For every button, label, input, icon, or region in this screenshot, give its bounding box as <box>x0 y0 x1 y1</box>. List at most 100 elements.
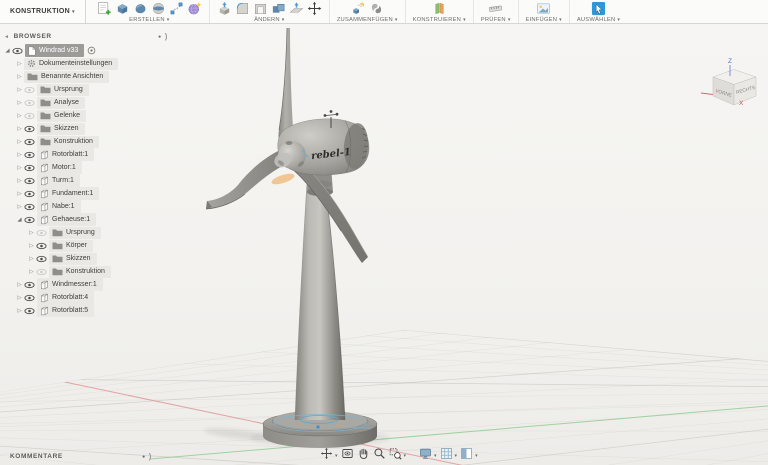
visibility-eye-icon[interactable] <box>24 216 37 224</box>
grid-display-button[interactable] <box>440 444 458 462</box>
visibility-eye-icon[interactable] <box>24 203 37 211</box>
expand-arrow-icon[interactable]: ▷ <box>27 230 36 236</box>
zoom-button[interactable] <box>373 447 386 460</box>
visibility-eye-icon[interactable] <box>24 125 37 133</box>
combine-icon[interactable] <box>271 1 286 16</box>
item-label-bar[interactable]: Skizzen <box>49 252 97 265</box>
browser-item-rotorblatt-4[interactable]: ▷ Rotorblatt:4 <box>0 291 172 304</box>
expand-arrow-icon[interactable]: ▷ <box>15 61 24 67</box>
item-label-bar[interactable]: Konstruktion <box>37 135 99 148</box>
toolbar-group-label[interactable]: ERSTELLEN <box>129 16 169 23</box>
offset-face-icon[interactable] <box>289 1 304 16</box>
zoom-window-button[interactable] <box>389 444 407 462</box>
expand-arrow-icon[interactable]: ▷ <box>15 74 24 80</box>
browser-item-analyse[interactable]: ▷ Analyse <box>0 96 172 109</box>
expand-arrow-icon[interactable]: ▷ <box>15 204 24 210</box>
expand-arrow-icon[interactable]: ▷ <box>15 191 24 197</box>
expand-arrow-icon[interactable]: ▷ <box>15 165 24 171</box>
expand-arrow-icon[interactable]: ▷ <box>15 295 24 301</box>
expand-arrow-icon[interactable]: ▷ <box>15 87 24 93</box>
visibility-eye-icon[interactable] <box>12 47 25 55</box>
browser-item-ursprung[interactable]: ▷ Ursprung <box>0 226 172 239</box>
toolbar-group-label[interactable]: EINFÜGEN <box>526 16 562 23</box>
display-settings-button[interactable] <box>419 444 437 462</box>
tab-konstruktion[interactable]: KONSTRUKTION <box>0 0 86 23</box>
visibility-eye-icon[interactable] <box>24 164 37 172</box>
measure-icon[interactable] <box>488 1 503 16</box>
browser-item-nabe-1[interactable]: ▷ Nabe:1 <box>0 200 172 213</box>
pan-move-button[interactable] <box>320 444 338 462</box>
expand-arrow-icon[interactable]: ▷ <box>15 126 24 132</box>
browser-item-skizzen[interactable]: ▷ Skizzen <box>0 252 172 265</box>
panel-options-icon[interactable] <box>158 33 165 40</box>
collapse-panel-icon[interactable] <box>4 33 14 40</box>
expand-arrow-icon[interactable]: ▷ <box>15 282 24 288</box>
item-label-bar[interactable]: Motor:1 <box>37 161 82 174</box>
visibility-eye-icon[interactable] <box>24 138 37 146</box>
assemble-icon[interactable] <box>351 1 366 16</box>
item-label-bar[interactable]: Fundament:1 <box>37 187 100 200</box>
browser-item-skizzen[interactable]: ▷ Skizzen <box>0 122 172 135</box>
browser-item-fundament-1[interactable]: ▷ Fundament:1 <box>0 187 172 200</box>
item-label-bar[interactable]: Windrad v33 <box>25 44 85 57</box>
item-label-bar[interactable]: Gelenke <box>37 109 87 122</box>
mesh-sphere-icon[interactable] <box>187 1 202 16</box>
construct-plane-icon[interactable] <box>432 1 447 16</box>
browser-item-dokumenteinstellungen[interactable]: ▷ Dokumenteinstellungen <box>0 57 172 70</box>
visibility-eye-icon[interactable] <box>36 242 49 250</box>
item-label-bar[interactable]: Turm:1 <box>37 174 80 187</box>
browser-item-turm-1[interactable]: ▷ Turm:1 <box>0 174 172 187</box>
visibility-eye-icon[interactable] <box>24 151 37 159</box>
item-label-bar[interactable]: Ursprung <box>37 83 89 96</box>
item-label-bar[interactable]: Rotorblatt:5 <box>37 304 95 317</box>
collapse-arrow-icon[interactable]: ◢ <box>15 217 24 223</box>
item-label-bar[interactable]: Rotorblatt:4 <box>37 291 95 304</box>
expand-arrow-icon[interactable]: ▷ <box>15 100 24 106</box>
item-label-bar[interactable]: Skizzen <box>37 122 85 135</box>
insert-image-icon[interactable] <box>536 1 551 16</box>
expand-arrow-icon[interactable]: ▷ <box>15 308 24 314</box>
browser-item-konstruktion[interactable]: ▷ Konstruktion <box>0 135 172 148</box>
browser-item-windmesser-1[interactable]: ▷ Windmesser:1 <box>0 278 172 291</box>
expand-arrow-icon[interactable]: ▷ <box>27 269 36 275</box>
browser-item-gehaeuse-1[interactable]: ◢ Gehaeuse:1 <box>0 213 172 226</box>
browser-item-motor-1[interactable]: ▷ Motor:1 <box>0 161 172 174</box>
visibility-eye-icon[interactable] <box>24 112 37 120</box>
item-label-bar[interactable]: Ursprung <box>49 226 101 239</box>
look-at-button[interactable] <box>341 447 354 460</box>
move-icon[interactable] <box>307 1 322 16</box>
press-pull-icon[interactable] <box>217 1 232 16</box>
browser-item-benannte-ansichten[interactable]: ▷ Benannte Ansichten <box>0 70 172 83</box>
visibility-eye-icon[interactable] <box>36 229 49 237</box>
toolbar-group-label[interactable]: ZUSAMMENFÜGEN <box>337 16 398 23</box>
form-blob-icon[interactable] <box>133 1 148 16</box>
visibility-eye-icon[interactable] <box>24 281 37 289</box>
item-label-bar[interactable]: Gehaeuse:1 <box>37 213 97 226</box>
item-label-bar[interactable]: Benannte Ansichten <box>24 70 110 83</box>
activate-component-icon[interactable] <box>87 46 96 55</box>
expand-arrow-icon[interactable]: ▷ <box>15 139 24 145</box>
sketch-create-icon[interactable] <box>97 1 112 16</box>
browser-item-rotorblatt-5[interactable]: ▷ Rotorblatt:5 <box>0 304 172 317</box>
revolve-sphere-icon[interactable] <box>151 1 166 16</box>
solid-box-icon[interactable] <box>115 1 130 16</box>
browser-item-ursprung[interactable]: ▷ Ursprung <box>0 83 172 96</box>
visibility-eye-icon[interactable] <box>24 99 37 107</box>
expand-arrow-icon[interactable]: ▷ <box>27 243 36 249</box>
toolbar-group-label[interactable]: KONSTRUIEREN <box>413 16 466 23</box>
item-label-bar[interactable]: Körper <box>49 239 94 252</box>
spline-path-icon[interactable] <box>169 1 184 16</box>
visibility-eye-icon[interactable] <box>24 190 37 198</box>
joint-icon[interactable] <box>369 1 384 16</box>
item-label-bar[interactable]: Nabe:1 <box>37 200 81 213</box>
item-label-bar[interactable]: Analyse <box>37 96 85 109</box>
browser-item-gelenke[interactable]: ▷ Gelenke <box>0 109 172 122</box>
item-label-bar[interactable]: Konstruktion <box>49 265 111 278</box>
collapse-arrow-icon[interactable]: ◢ <box>3 48 12 54</box>
panel-flyout-icon[interactable] <box>165 32 168 41</box>
toolbar-group-label[interactable]: PRÜFEN <box>481 16 511 23</box>
browser-item-körper[interactable]: ▷ Körper <box>0 239 172 252</box>
browser-item-rotorblatt-1[interactable]: ▷ Rotorblatt:1 <box>0 148 172 161</box>
expand-arrow-icon[interactable]: ▷ <box>15 152 24 158</box>
toolbar-group-label[interactable]: AUSWÄHLEN <box>577 16 620 23</box>
